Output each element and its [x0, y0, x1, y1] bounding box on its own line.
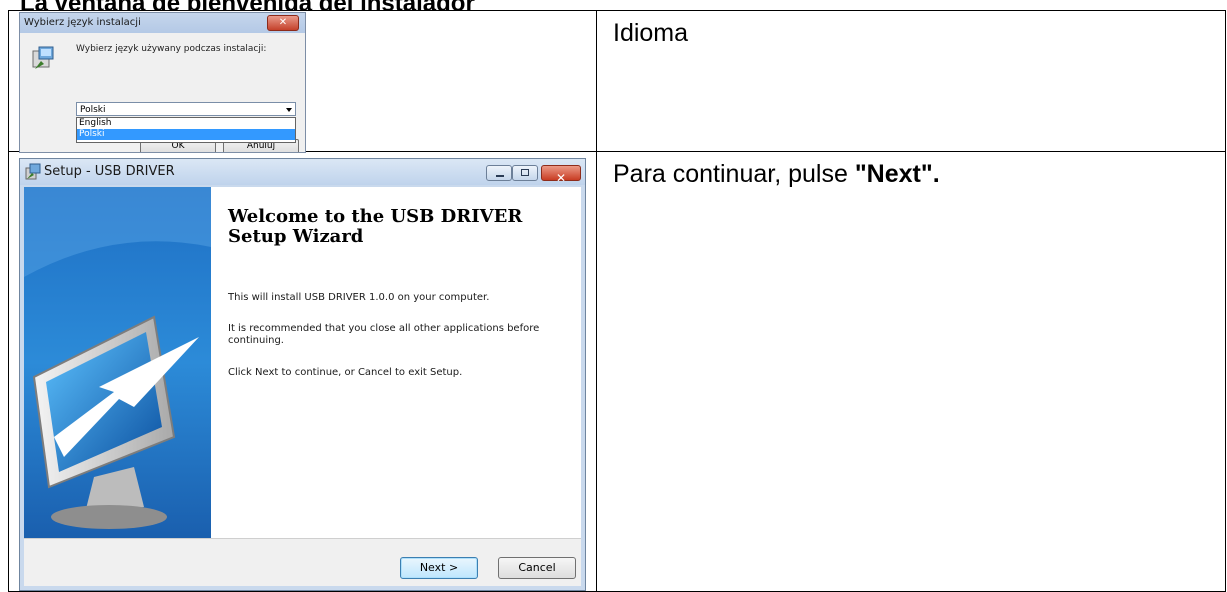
next-button[interactable]: Next >	[400, 557, 478, 579]
close-icon: ✕	[278, 17, 288, 28]
caption-continue: Para continuar, pulse "Next".	[596, 151, 1226, 592]
wizard-text-recommend: It is recommended that you close all oth…	[228, 323, 540, 346]
installer-icon	[25, 163, 41, 180]
language-dialog-title: Wybierz język instalacji	[24, 17, 141, 28]
language-dialog: Wybierz język instalacji ✕ Wybierz język…	[19, 12, 306, 153]
language-option-english[interactable]: English	[77, 118, 295, 129]
language-dialog-body: Wybierz język używany podczas instalacji…	[20, 33, 305, 152]
wizard-heading: Welcome to the USB DRIVER Setup Wizard	[228, 206, 523, 247]
maximize-icon	[521, 169, 529, 176]
language-option-polski[interactable]: Polski	[77, 129, 295, 140]
wizard-text-instructions: Click Next to continue, or Cancel to exi…	[228, 367, 463, 378]
minimize-button[interactable]	[486, 165, 512, 181]
wizard-content: Welcome to the USB DRIVER Setup Wizard T…	[24, 187, 581, 586]
maximize-button[interactable]	[512, 165, 538, 181]
language-select-value: Polski	[80, 105, 106, 115]
wizard-footer: Next > Cancel	[24, 538, 581, 586]
language-dropdown-list: English Polski	[76, 117, 296, 143]
language-select[interactable]: Polski	[76, 102, 296, 116]
chevron-down-icon	[286, 108, 292, 112]
language-prompt: Wybierz język używany podczas instalacji…	[76, 44, 267, 54]
wizard-text-install: This will install USB DRIVER 1.0.0 on yo…	[228, 292, 490, 303]
setup-wizard-window: Setup - USB DRIVER ✕ Welcome to the USB …	[19, 158, 586, 591]
wizard-title: Setup - USB DRIVER	[44, 164, 175, 179]
cancel-button[interactable]: Cancel	[498, 557, 576, 579]
installer-icon	[32, 46, 54, 69]
caption-idioma: Idioma	[596, 10, 1226, 152]
wizard-side-image	[24, 187, 211, 538]
minimize-icon	[496, 175, 504, 177]
wizard-titlebar: Setup - USB DRIVER ✕	[20, 159, 585, 185]
close-button[interactable]: ✕	[541, 165, 581, 185]
close-button[interactable]: ✕	[267, 15, 299, 31]
language-dialog-titlebar: Wybierz język instalacji ✕	[20, 13, 305, 33]
